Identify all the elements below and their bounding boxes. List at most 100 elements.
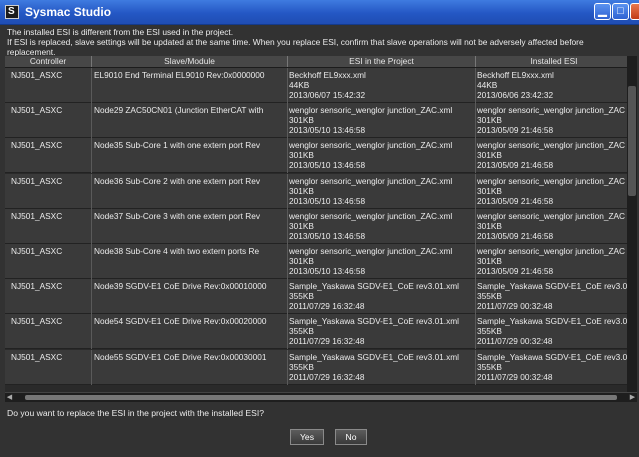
- horizontal-scrollbar[interactable]: ◀ ▶: [5, 392, 637, 402]
- controller-cell-text: NJ501_ASXC: [11, 175, 63, 186]
- installed-esi-cell-text: wenglor sensoric_wenglor junction_ZAC: [477, 140, 626, 151]
- installed-esi-cell-text: 301KB: [477, 150, 502, 161]
- esi-comparison-table: Controller Slave/Module ESI in the Proje…: [5, 56, 632, 392]
- controller-cell-text: NJ501_ASXC: [11, 351, 63, 362]
- installed-esi-cell-text: 301KB: [477, 115, 502, 126]
- esi-project-cell-text: 2011/07/29 16:32:48: [289, 301, 365, 312]
- installed-esi-cell: wenglor sensoric_wenglor junction_ZAC 301…: [476, 244, 632, 279]
- slave-module-cell: Node37 Sub-Core 3 with one extern port R…: [92, 208, 288, 244]
- controller-cell-text: NJ501_ASXC: [11, 281, 63, 292]
- controller-cell-text: NJ501_ASXC: [11, 210, 63, 221]
- table-header: Controller Slave/Module ESI in the Proje…: [5, 56, 632, 68]
- table-row[interactable]: NJ501_ASXC Node36 Sub-Core 2 with one ext…: [5, 173, 632, 209]
- table-row[interactable]: NJ501_ASXC EL9010 End Terminal EL9010 Rev…: [5, 68, 632, 103]
- installed-esi-cell-text: 44KB: [477, 80, 498, 90]
- horizontal-scroll-thumb[interactable]: [25, 395, 617, 400]
- installed-esi-cell-text: 2011/07/29 00:32:48: [477, 336, 553, 347]
- esi-project-cell-text: Sample_Yaskawa SGDV-E1_CoE rev3.01.xml: [289, 316, 460, 327]
- controller-cell-text: NJ501_ASXC: [11, 316, 63, 327]
- yes-button[interactable]: Yes: [290, 429, 324, 445]
- scroll-right-arrow-icon[interactable]: ▶: [628, 393, 637, 402]
- installed-esi-cell-text: 301KB: [477, 220, 502, 231]
- installed-esi-cell-text: 2013/06/06 23:42:32: [477, 90, 554, 100]
- installed-esi-cell: Sample_Yaskawa SGDV-E1_CoE rev3.0 355KB 20…: [476, 314, 632, 349]
- installed-esi-cell-text: 355KB: [477, 291, 502, 302]
- esi-project-cell: Beckhoff EL9xxx.xml 44KB 2013/06/07 15:42:…: [288, 68, 476, 103]
- column-header-controller[interactable]: Controller: [5, 56, 92, 67]
- esi-project-cell: Sample_Yaskawa SGDV-E1_CoE rev3.01.xml 35…: [288, 314, 476, 350]
- installed-esi-cell-text: Sample_Yaskawa SGDV-E1_CoE rev3.0: [477, 316, 628, 327]
- table-row[interactable]: NJ501_ASXC Node29 ZAC50CN01 (Junction Eth…: [5, 103, 632, 139]
- slave-module-cell-text: Node37 Sub-Core 3 with one extern port R…: [94, 210, 261, 221]
- esi-project-cell-text: wenglor sensoric_wenglor junction_ZAC.xm…: [289, 105, 453, 116]
- installed-esi-cell-text: 355KB: [477, 361, 502, 372]
- slave-module-cell: Node35 Sub-Core 1 with one extern port R…: [92, 138, 288, 174]
- esi-project-cell-text: wenglor sensoric_wenglor junction_ZAC.xm…: [289, 210, 453, 221]
- installed-esi-cell-text: wenglor sensoric_wenglor junction_ZAC: [477, 105, 626, 116]
- installed-esi-cell: wenglor sensoric_wenglor junction_ZAC 301…: [476, 103, 632, 138]
- esi-project-cell-text: 301KB: [289, 220, 314, 231]
- installed-esi-cell-text: Sample_Yaskawa SGDV-E1_CoE rev3.0: [477, 281, 628, 292]
- installed-esi-cell: wenglor sensoric_wenglor junction_ZAC 301…: [476, 209, 632, 244]
- slave-module-cell: Node55 SGDV-E1 CoE Drive Rev:0x00030001: [92, 349, 288, 385]
- table-row[interactable]: NJ501_ASXC Node38 Sub-Core 4 with two ext…: [5, 244, 632, 279]
- esi-project-cell-text: wenglor sensoric_wenglor junction_ZAC.xm…: [289, 140, 453, 151]
- vertical-scroll-thumb[interactable]: [628, 86, 636, 196]
- minimize-button[interactable]: ▁: [594, 3, 611, 20]
- installed-esi-cell-text: 2011/07/29 00:32:48: [477, 301, 553, 312]
- controller-cell-text: NJ501_ASXC: [11, 140, 63, 151]
- esi-project-cell-text: 2011/07/29 16:32:48: [289, 371, 365, 382]
- esi-project-cell: wenglor sensoric_wenglor junction_ZAC.xm…: [288, 103, 476, 139]
- installed-esi-cell-text: Sample_Yaskawa SGDV-E1_CoE rev3.0: [477, 351, 628, 362]
- table-row[interactable]: NJ501_ASXC Node54 SGDV-E1 CoE Drive Rev:0…: [5, 314, 632, 350]
- slave-module-cell: Node38 Sub-Core 4 with two extern ports …: [92, 244, 288, 279]
- column-header-slave-module[interactable]: Slave/Module: [92, 56, 288, 67]
- slave-module-cell: Node29 ZAC50CN01 (Junction EtherCAT with: [92, 103, 288, 139]
- esi-project-cell-text: 2013/06/07 15:42:32: [289, 90, 366, 100]
- vertical-scrollbar[interactable]: [627, 56, 637, 392]
- slave-module-cell-text: Node29 ZAC50CN01 (Junction EtherCAT with: [94, 105, 264, 116]
- installed-esi-cell-text: 301KB: [477, 256, 502, 266]
- esi-project-cell: wenglor sensoric_wenglor junction_ZAC.xm…: [288, 244, 476, 279]
- esi-project-cell-text: 2013/05/10 13:46:58: [289, 266, 366, 276]
- installed-esi-cell-text: 2013/05/09 21:46:58: [477, 125, 554, 136]
- slave-module-cell-text: Node39 SGDV-E1 CoE Drive Rev:0x00010000: [94, 281, 267, 292]
- scroll-left-arrow-icon[interactable]: ◀: [5, 393, 14, 402]
- esi-project-cell-text: 2013/05/10 13:46:58: [289, 125, 366, 136]
- table-row[interactable]: NJ501_ASXC Node37 Sub-Core 3 with one ext…: [5, 208, 632, 244]
- esi-project-cell-text: 2013/05/10 13:46:58: [289, 195, 366, 206]
- installed-esi-cell-text: wenglor sensoric_wenglor junction_ZAC: [477, 246, 626, 256]
- esi-project-cell-text: Sample_Yaskawa SGDV-E1_CoE rev3.01.xml: [289, 281, 460, 292]
- close-button[interactable]: [630, 3, 639, 20]
- esi-project-cell-text: wenglor sensoric_wenglor junction_ZAC.xm…: [289, 175, 453, 186]
- slave-module-cell-text: EL9010 End Terminal EL9010 Rev:0x0000000: [94, 70, 265, 80]
- slave-module-cell-text: Node54 SGDV-E1 CoE Drive Rev:0x00020000: [94, 316, 267, 327]
- slave-module-cell-text: Node55 SGDV-E1 CoE Drive Rev:0x00030001: [94, 351, 267, 362]
- column-header-installed-esi[interactable]: Installed ESI: [476, 56, 632, 67]
- maximize-button[interactable]: □: [612, 3, 629, 20]
- installed-esi-cell-text: 2011/07/29 00:32:48: [477, 371, 553, 382]
- slave-module-cell: Node39 SGDV-E1 CoE Drive Rev:0x00010000: [92, 279, 288, 315]
- message-line-2: If ESI is replaced, slave settings will …: [7, 37, 584, 47]
- installed-esi-cell-text: 355KB: [477, 326, 502, 337]
- column-header-esi-project[interactable]: ESI in the Project: [288, 56, 476, 67]
- app-icon: [5, 5, 19, 19]
- table-row[interactable]: NJ501_ASXC Node55 SGDV-E1 CoE Drive Rev:0…: [5, 349, 632, 385]
- installed-esi-cell: wenglor sensoric_wenglor junction_ZAC 301…: [476, 138, 632, 173]
- installed-esi-cell-text: 2013/05/09 21:46:58: [477, 160, 554, 171]
- installed-esi-cell: Sample_Yaskawa SGDV-E1_CoE rev3.0 355KB 20…: [476, 350, 632, 385]
- esi-project-cell-text: 2011/07/29 16:32:48: [289, 336, 365, 347]
- no-button[interactable]: No: [335, 429, 367, 445]
- confirm-question: Do you want to replace the ESI in the pr…: [7, 408, 265, 418]
- esi-project-cell-text: 2013/05/10 13:46:58: [289, 230, 366, 241]
- table-row[interactable]: NJ501_ASXC Node35 Sub-Core 1 with one ext…: [5, 138, 632, 174]
- esi-project-cell-text: 355KB: [289, 326, 314, 337]
- controller-cell: NJ501_ASXC: [5, 68, 92, 103]
- table-row[interactable]: NJ501_ASXC Node39 SGDV-E1 CoE Drive Rev:0…: [5, 279, 632, 315]
- window-title: Sysmac Studio: [25, 5, 112, 19]
- esi-project-cell-text: 2013/05/10 13:46:58: [289, 160, 366, 171]
- slave-module-cell: EL9010 End Terminal EL9010 Rev:0x0000000: [92, 68, 288, 103]
- title-bar[interactable]: Sysmac Studio ▁ □: [0, 0, 639, 25]
- installed-esi-cell-text: wenglor sensoric_wenglor junction_ZAC: [477, 175, 626, 186]
- controller-cell-text: NJ501_ASXC: [11, 70, 63, 80]
